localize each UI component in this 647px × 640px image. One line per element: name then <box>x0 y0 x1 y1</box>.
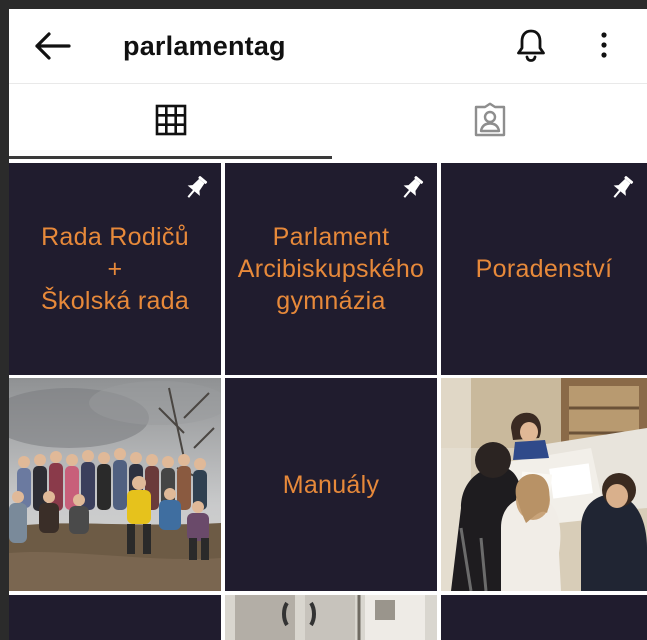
arrow-left-icon <box>35 32 71 60</box>
students-at-table-photo <box>441 378 647 591</box>
profile-tabs <box>9 84 647 159</box>
group-photo <box>9 378 221 591</box>
tab-tagged[interactable] <box>332 84 647 156</box>
post-tile[interactable] <box>441 595 647 640</box>
post-rada-rodicu[interactable]: Rada Rodičů + Školská rada <box>9 163 221 375</box>
tab-posts[interactable] <box>9 84 332 156</box>
post-group-photo[interactable] <box>9 378 221 591</box>
post-caption: Rada Rodičů + Školská rada <box>40 223 190 315</box>
post-manualy[interactable]: Manuály <box>225 378 437 591</box>
bell-icon <box>517 29 545 62</box>
tagged-person-icon <box>474 102 505 137</box>
back-button[interactable] <box>31 27 73 65</box>
post-photo <box>225 595 437 640</box>
posts-grid: Rada Rodičů + Školská rada Parlament Arc… <box>9 159 647 640</box>
notifications-button[interactable] <box>511 23 551 67</box>
post-caption: Parlament Arcibiskupského gymnázia <box>237 223 425 315</box>
post-caption: Manuály <box>282 470 380 499</box>
grid-icon <box>155 104 186 136</box>
profile-screen: parlamentag Rada Rodičů + Školská rada P… <box>9 9 647 640</box>
post-parlament[interactable]: Parlament Arcibiskupského gymnázia <box>225 163 437 375</box>
top-bar: parlamentag <box>9 9 647 83</box>
post-students-photo[interactable] <box>441 378 647 591</box>
post-poradenstvi[interactable]: Poradenství <box>441 163 647 375</box>
more-vertical-icon <box>601 32 607 58</box>
profile-username: parlamentag <box>123 31 286 61</box>
post-tile[interactable] <box>225 595 437 640</box>
post-caption: Poradenství <box>475 255 613 283</box>
more-options-button[interactable] <box>591 23 617 67</box>
post-tile[interactable] <box>9 595 221 640</box>
